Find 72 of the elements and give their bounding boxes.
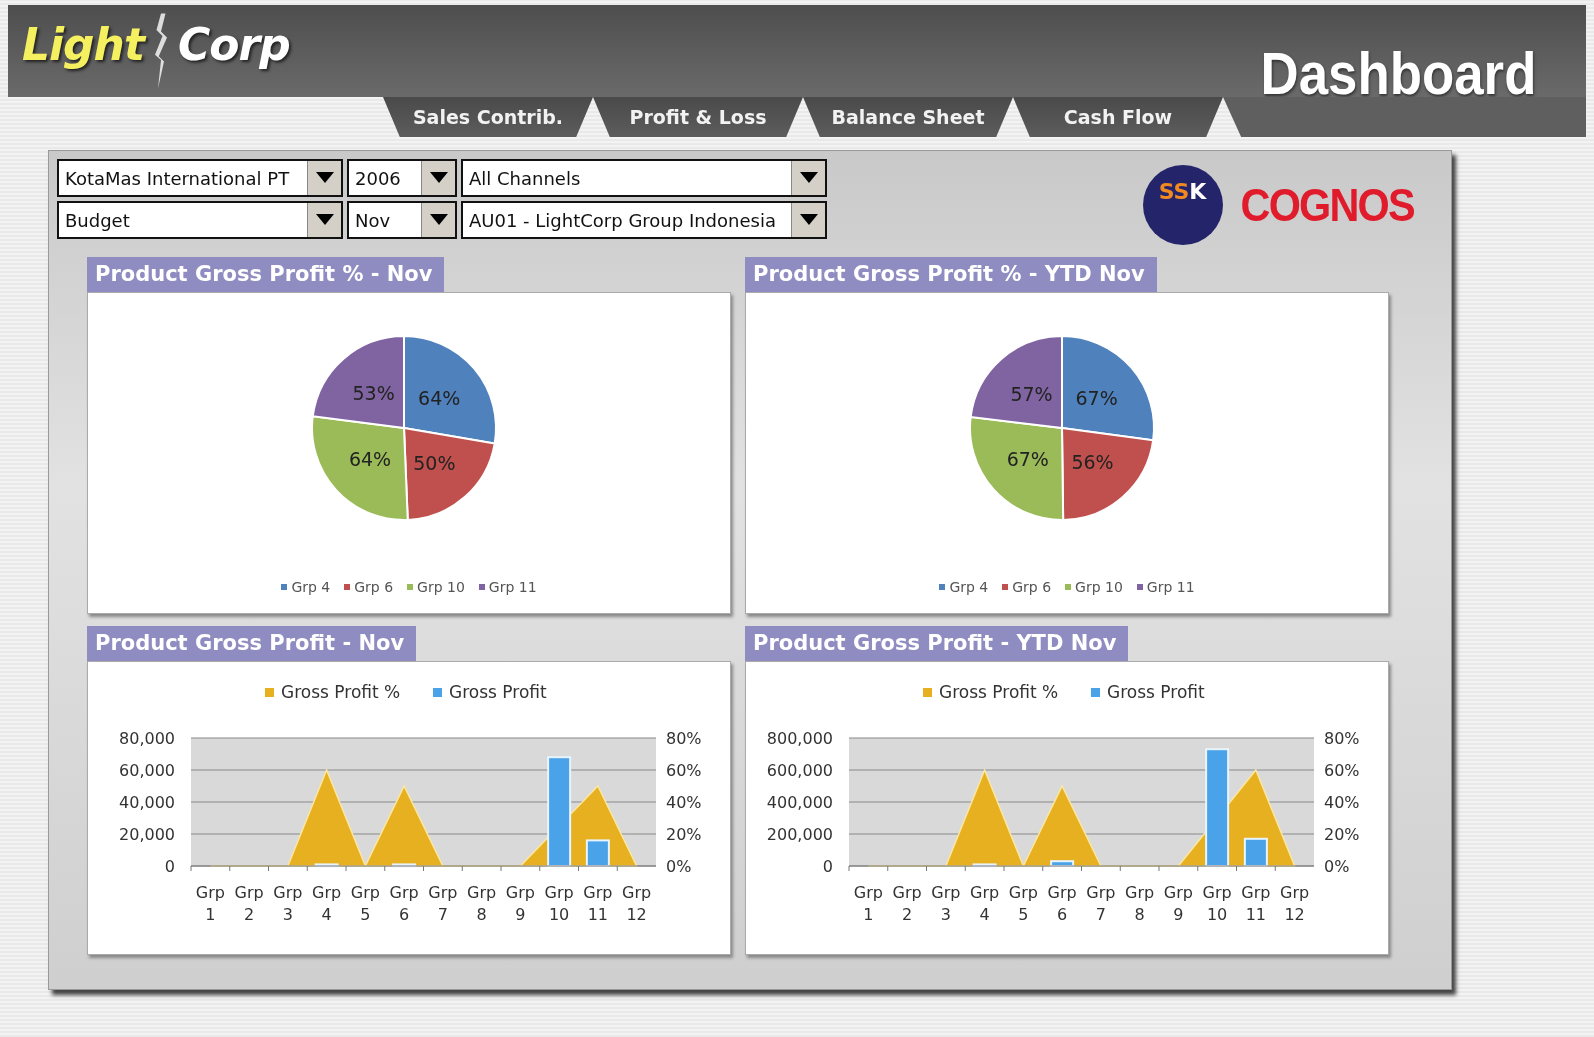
partner-logo: COGNOS xyxy=(1240,178,1414,232)
panel-title: Product Gross Profit % - Nov xyxy=(87,257,445,292)
tick-label: 60% xyxy=(1324,761,1360,780)
category-label: Grp 9 xyxy=(505,883,535,924)
category-label: Grp 1 xyxy=(195,883,225,924)
tick-label: 20% xyxy=(1324,825,1360,844)
tick-label: 200,000 xyxy=(766,825,833,844)
legend-label: Gross Profit % xyxy=(281,682,401,702)
tick-label: 400,000 xyxy=(766,793,833,812)
legend-label: Gross Profit % xyxy=(939,682,1059,702)
category-label: Grp 5 xyxy=(1008,883,1038,924)
tick-label: 40,000 xyxy=(119,793,175,812)
panel-title: Product Gross Profit - Nov xyxy=(87,626,417,661)
tick-label: 40% xyxy=(666,793,702,812)
partner-logo: SSK xyxy=(1142,165,1223,245)
page-title: Dashboard xyxy=(1260,39,1536,108)
category-label: Grp 8 xyxy=(1125,883,1155,924)
category-label: Grp 6 xyxy=(389,883,419,924)
tick-label: 80% xyxy=(666,729,702,748)
tick-label: 20% xyxy=(666,825,702,844)
tick-label: 0% xyxy=(666,857,692,876)
legend-label: Grp 10 xyxy=(1075,579,1123,595)
category-label: Grp 11 xyxy=(1241,883,1271,924)
category-label: Grp 3 xyxy=(931,883,961,924)
category-label: Grp 4 xyxy=(970,883,1000,924)
panel-title: Product Gross Profit - YTD Nov xyxy=(745,626,1129,661)
category-label: Grp 1 xyxy=(853,883,883,924)
tick-label: 80,000 xyxy=(119,729,175,748)
tick-label: 600,000 xyxy=(766,761,833,780)
data-label: 56% xyxy=(1071,451,1114,474)
data-label: 50% xyxy=(413,451,456,474)
category-label: Grp 3 xyxy=(273,883,303,924)
tick-label: 0 xyxy=(822,857,833,876)
tick-label: 40% xyxy=(1324,793,1360,812)
tick-label: 800,000 xyxy=(766,729,833,748)
legend-label: Grp 4 xyxy=(291,579,331,595)
logo-text: Corp xyxy=(178,19,290,70)
category-label: Grp 2 xyxy=(234,883,264,924)
legend-label: Gross Profit xyxy=(449,682,547,702)
category-label: Grp 7 xyxy=(1086,883,1116,924)
tick-label: 0 xyxy=(164,857,175,876)
tick-label: 80% xyxy=(1324,729,1360,748)
panel-title: Product Gross Profit % - YTD Nov xyxy=(745,257,1157,292)
category-label: Grp 4 xyxy=(312,883,342,924)
legend-label: Grp 6 xyxy=(354,579,394,595)
tick-label: 60% xyxy=(666,761,702,780)
category-label: Grp 12 xyxy=(1280,883,1310,924)
data-label: 64% xyxy=(348,448,392,471)
legend-label: Gross Profit xyxy=(1107,682,1205,702)
legend-label: Grp 4 xyxy=(949,579,989,595)
category-label: Grp 10 xyxy=(1202,883,1232,924)
category-label: Grp 10 xyxy=(544,883,574,924)
legend-label: Grp 11 xyxy=(488,579,537,595)
legend-label: Grp 6 xyxy=(1012,579,1052,595)
data-label: 67% xyxy=(1075,386,1118,409)
legend-label: Grp 10 xyxy=(417,579,465,595)
tick-label: 60,000 xyxy=(119,761,175,780)
category-label: Grp 5 xyxy=(350,883,380,924)
data-label: 53% xyxy=(352,382,395,405)
category-label: Grp 9 xyxy=(1163,883,1193,924)
category-label: Grp 11 xyxy=(583,883,613,924)
data-label: 57% xyxy=(1010,382,1053,405)
category-label: Grp 7 xyxy=(428,883,458,924)
legend-label: Grp 11 xyxy=(1146,579,1195,595)
tick-label: 0% xyxy=(1324,857,1350,876)
tick-label: 20,000 xyxy=(119,825,175,844)
category-label: Grp 2 xyxy=(892,883,922,924)
data-label: 64% xyxy=(418,387,461,410)
category-label: Grp 8 xyxy=(467,883,497,924)
category-label: Grp 6 xyxy=(1047,883,1077,924)
category-label: Grp 12 xyxy=(622,883,652,924)
data-label: 67% xyxy=(1006,447,1049,470)
